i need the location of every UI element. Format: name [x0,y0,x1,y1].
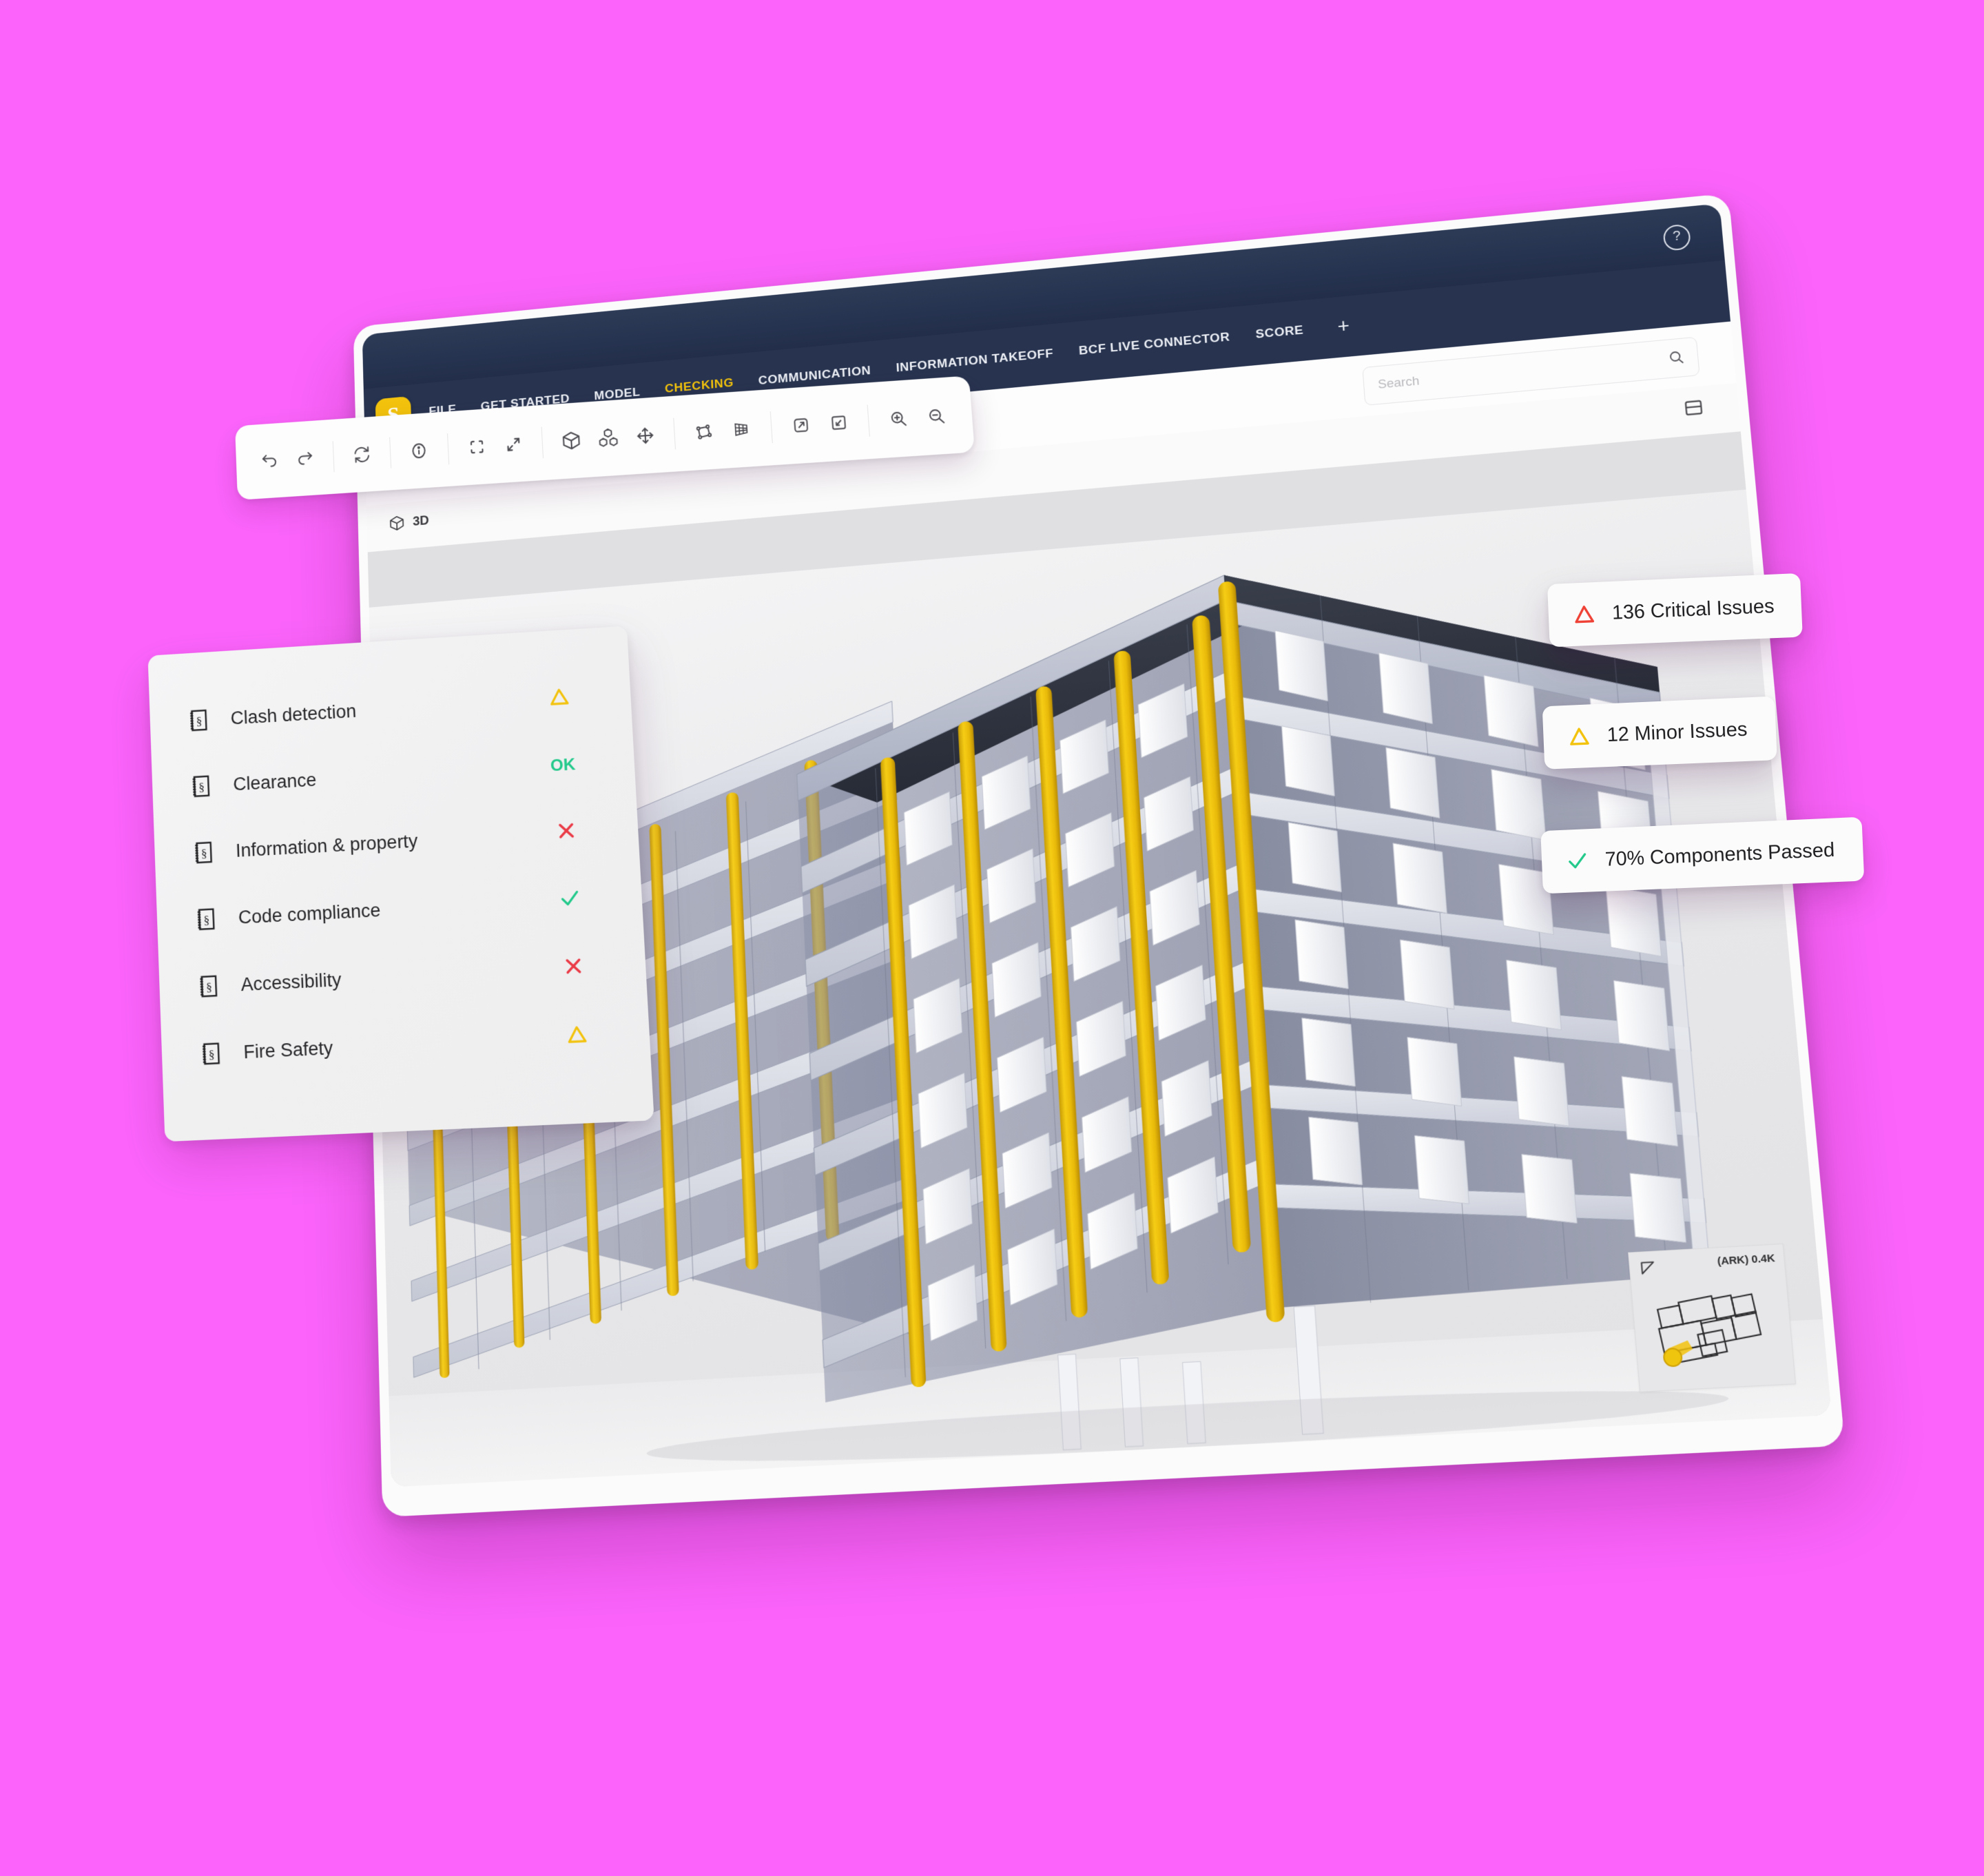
badge-label: 70% Components Passed [1604,838,1835,871]
check-status-ok: OK [550,755,576,776]
redo-icon [296,449,315,468]
section-document-icon: § [188,773,214,800]
badge-minor-issues[interactable]: 12 Minor Issues [1542,696,1777,770]
search-icon [1667,349,1686,366]
viewport-mode-label: 3D [412,513,430,529]
view-cone-icon [1638,1259,1659,1279]
toolbar-divider [541,426,544,459]
zoom-out-icon [926,406,947,426]
badge-components-passed[interactable]: 70% Components Passed [1540,816,1865,894]
layers-icon [790,415,811,435]
badge-label: 12 Minor Issues [1606,718,1748,746]
polygon-select-icon [694,422,714,442]
check-label: Information & property [235,830,418,861]
refresh-icon [353,444,372,464]
layers-button[interactable] [783,406,818,444]
svg-text:§: § [203,914,209,927]
svg-text:§: § [201,847,207,860]
section-document-icon: § [196,973,223,1000]
select-box-button[interactable] [459,429,494,466]
check-status-fail [555,954,592,982]
scene: ? S FILE GET STARTED MODEL CHECKING COMM… [0,0,1984,1876]
toolbar-divider [389,437,392,468]
minimap-floorplan [1648,1283,1777,1377]
warning-triangle-icon [546,685,572,708]
checking-results-panel: § Clash detection § Clearance OK § Infor… [147,626,654,1142]
menu-item-information-takeoff[interactable]: INFORMATION TAKEOFF [894,344,1055,378]
move-pan-icon [635,426,656,446]
toolbar-divider [769,411,773,444]
cube-button[interactable] [554,422,589,460]
panel-snap-icon [828,413,849,433]
viewport-mode[interactable]: 3D [389,512,429,532]
panel-layout-icon[interactable] [1682,397,1705,419]
cube-icon [560,430,581,452]
section-document-icon: § [186,707,212,734]
check-status-warning [559,1022,595,1051]
minimap-panel[interactable]: (ARK) 0.4K [1628,1243,1797,1392]
redo-button[interactable] [289,440,322,477]
mesh-grid-icon [731,419,752,440]
check-label: Clash detection [230,700,357,728]
menu-item-score[interactable]: SCORE [1254,320,1305,344]
badge-label: 136 Critical Issues [1611,595,1775,624]
toolbar-divider [333,441,335,473]
warning-triangle-icon [1566,724,1593,748]
panel-snap-button[interactable] [820,404,857,442]
check-label: Code compliance [238,899,382,928]
zoom-in-icon [888,409,909,429]
check-label: Clearance [232,769,317,794]
info-icon [409,441,429,461]
close-x-icon [561,954,585,978]
add-tab-button[interactable]: + [1337,315,1351,338]
cube-icon [389,514,406,532]
undo-icon [260,451,279,471]
select-box-icon [466,437,486,457]
svg-text:§: § [208,1048,214,1062]
svg-text:§: § [198,781,205,794]
zoom-out-button[interactable] [918,397,955,435]
warning-triangle-icon [564,1022,590,1046]
toolbar-divider [446,433,449,465]
search-placeholder: Search [1377,374,1420,392]
refresh-button[interactable] [345,436,379,473]
check-status-fail [548,818,584,847]
section-document-icon: § [193,905,220,933]
check-label: Accessibility [240,969,342,995]
check-icon [1564,849,1591,873]
viewport-ground [389,1319,1832,1487]
polygon-select-button[interactable] [686,413,722,451]
toolbar-divider [867,404,870,437]
zoom-in-button[interactable] [880,400,916,438]
warning-triangle-icon [1571,602,1598,626]
svg-text:§: § [196,714,202,728]
info-button[interactable] [402,432,436,469]
section-document-icon: § [191,839,218,866]
menu-item-bcf-live-connector[interactable]: BCF LIVE CONNECTOR [1077,327,1232,361]
svg-text:§: § [206,980,212,994]
check-label: Fire Safety [242,1037,333,1062]
cubes-group-icon [599,429,619,449]
check-status-warning [541,685,577,713]
badge-critical-issues[interactable]: 136 Critical Issues [1547,573,1803,648]
fullscreen-expand-button[interactable] [496,426,530,464]
close-x-icon [555,818,578,842]
section-document-icon: § [198,1040,225,1068]
mesh-grid-button[interactable] [724,410,760,448]
toolbar-divider [673,418,676,450]
move-pan-button[interactable] [628,417,663,455]
undo-button[interactable] [253,442,286,480]
check-status-pass [552,886,588,915]
help-icon[interactable]: ? [1662,223,1692,251]
check-icon [557,886,582,909]
fullscreen-expand-icon [504,434,524,455]
minimap-label: (ARK) 0.4K [1717,1252,1776,1268]
cubes-group-button[interactable] [591,420,626,457]
